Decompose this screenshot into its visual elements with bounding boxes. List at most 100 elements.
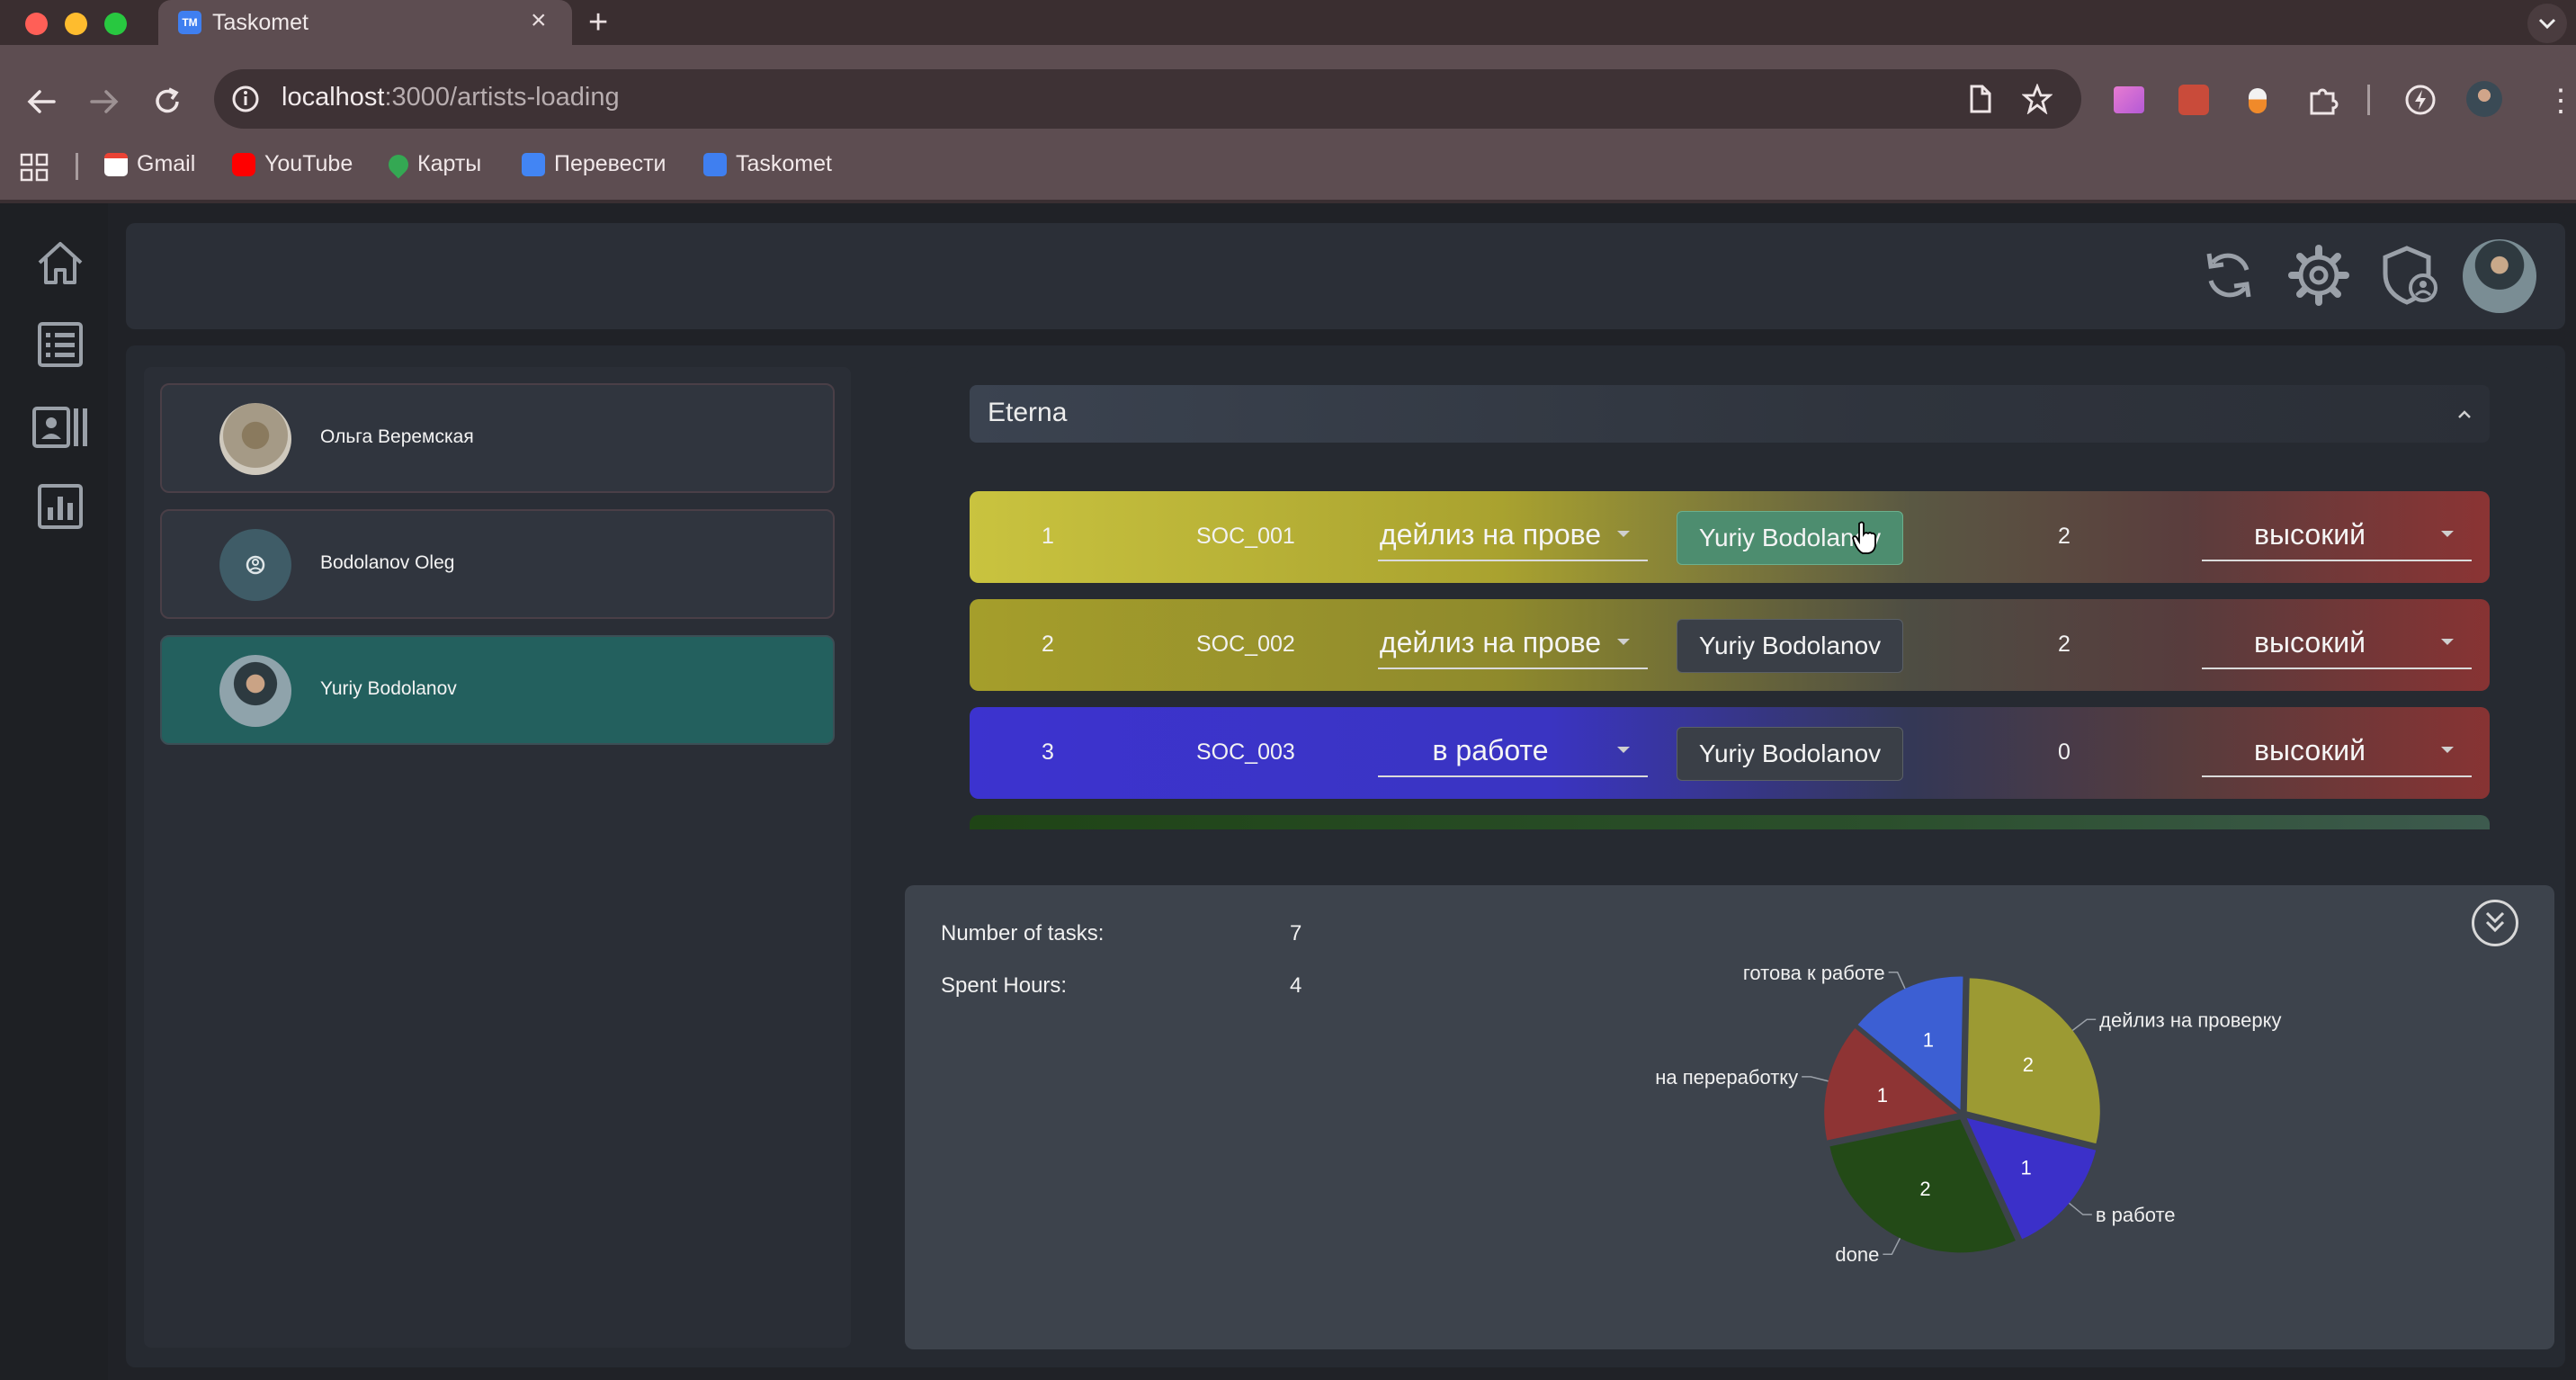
task-code: SOC_001 — [1196, 524, 1295, 549]
spent-hours-label: Spent Hours: — [941, 973, 1068, 998]
artist-card[interactable]: Ольга Веремская — [160, 383, 835, 493]
pie-leader-line — [1883, 1238, 1901, 1255]
chart-icon[interactable] — [34, 480, 86, 533]
extension-gradient-icon[interactable] — [2114, 86, 2144, 113]
back-arrow-icon[interactable] — [23, 84, 59, 120]
project-title: Eterna — [988, 398, 1068, 427]
bookmark-maps[interactable]: Карты — [384, 149, 481, 179]
bookmark-gmail[interactable]: Gmail — [104, 151, 195, 177]
gear-icon[interactable] — [2286, 243, 2351, 308]
priority-value: высокий — [2254, 518, 2366, 551]
browser-tab[interactable]: TM Taskomet × — [158, 0, 572, 45]
minimize-window-button[interactable] — [65, 13, 87, 35]
bookmark-label: Перевести — [554, 151, 666, 176]
pie-category-label: дейлиз на проверку — [2099, 1008, 2281, 1031]
youtube-icon — [232, 152, 255, 176]
artist-avatar — [219, 529, 291, 601]
collapse-button[interactable] — [2472, 900, 2518, 946]
pie-category-label: на переработку — [1655, 1066, 1798, 1089]
extension-pill-icon[interactable] — [2249, 88, 2267, 113]
home-icon[interactable] — [34, 237, 86, 290]
task-row[interactable]: 2 SOC_002 дейлиз на прове Yuriy Bodolano… — [970, 599, 2490, 691]
pie-value-label: 2 — [2023, 1053, 2034, 1076]
assignee-button[interactable]: Yuriy Bodolanov — [1677, 727, 1903, 781]
priority-select[interactable]: высокий — [2202, 729, 2472, 777]
assignee-button[interactable]: Yuriy Bodolanov — [1677, 619, 1903, 673]
task-row[interactable]: 1 SOC_001 дейлиз на прове Yuriy Bodolano… — [970, 491, 2490, 583]
caret-down-icon — [1617, 531, 1630, 537]
artists-icon[interactable] — [31, 401, 92, 453]
bookmark-label: YouTube — [264, 151, 353, 176]
priority-value: высокий — [2254, 626, 2366, 659]
tab-close-icon[interactable]: × — [531, 5, 547, 36]
pie-value-label: 2 — [1919, 1178, 1930, 1200]
artist-name: Yuriy Bodolanov — [320, 678, 457, 699]
pie-category-label: готова к работе — [1743, 962, 1885, 984]
pie-value-label: 1 — [1923, 1028, 1934, 1051]
admin-shield-icon[interactable] — [2376, 243, 2441, 308]
artist-name: Ольга Веремская — [320, 426, 474, 447]
new-tab-button[interactable]: + — [588, 4, 608, 42]
apps-grid-icon[interactable] — [20, 153, 49, 182]
bookmark-youtube[interactable]: YouTube — [232, 151, 353, 177]
page-icon[interactable] — [1964, 84, 1995, 114]
bookmark-translate[interactable]: Перевести — [522, 151, 666, 177]
task-number: 1 — [1042, 524, 1054, 549]
caret-down-icon — [2441, 747, 2454, 753]
tasks-count-label: Number of tasks: — [941, 921, 1105, 945]
caret-down-icon — [1617, 747, 1630, 753]
extensions-puzzle-icon[interactable] — [2306, 83, 2340, 117]
priority-select[interactable]: высокий — [2202, 513, 2472, 561]
reload-icon[interactable] — [149, 84, 185, 120]
bookmark-taskomet[interactable]: Taskomet — [703, 151, 832, 177]
status-pie-chart: 2 дейлиз на проверку 1 в работе 2 done 1 на пер… — [1655, 962, 2281, 1266]
pie-value-label: 1 — [1877, 1084, 1888, 1107]
status-value: дейлиз на прове — [1379, 626, 1602, 659]
priority-select[interactable]: высокий — [2202, 621, 2472, 669]
pie-category-label: done — [1835, 1243, 1879, 1266]
hand-cursor-icon — [1852, 521, 1876, 554]
task-row[interactable]: 3 SOC_003 в работе Yuriy Bodolanov 0 выс… — [970, 707, 2490, 799]
user-avatar[interactable] — [2463, 239, 2536, 313]
taskomet-icon — [703, 152, 727, 176]
artist-avatar — [219, 403, 291, 475]
status-select[interactable]: в работе — [1378, 729, 1648, 777]
bookmark-star-icon[interactable] — [2022, 84, 2053, 114]
task-hours: 0 — [2058, 739, 2071, 765]
pie-leader-line — [2071, 1018, 2097, 1032]
extension-red-icon[interactable] — [2178, 85, 2209, 115]
artist-card-selected[interactable]: Yuriy Bodolanov — [160, 635, 835, 745]
url-text: localhost:3000/artists-loading — [282, 83, 620, 112]
list-icon[interactable] — [34, 318, 86, 371]
task-row-partial — [970, 815, 2490, 829]
user-circle-icon — [246, 555, 265, 575]
bookmark-label: Taskomet — [736, 151, 832, 176]
tab-title: Taskomet — [212, 10, 309, 35]
forward-arrow-icon[interactable] — [86, 84, 122, 120]
artist-avatar — [219, 655, 291, 727]
pie-leader-line — [1888, 972, 1906, 990]
caret-down-icon — [1617, 639, 1630, 645]
tab-search-button[interactable] — [2527, 4, 2567, 43]
task-code: SOC_002 — [1196, 632, 1295, 657]
toolbar-divider — [2367, 85, 2370, 115]
task-hours: 2 — [2058, 524, 2071, 549]
refresh-icon[interactable] — [2196, 243, 2261, 308]
maximize-window-button[interactable] — [104, 13, 127, 35]
bookmarks-divider — [76, 153, 78, 180]
status-select[interactable]: дейлиз на прове — [1378, 513, 1648, 561]
close-window-button[interactable] — [25, 13, 48, 35]
translate-icon — [522, 152, 545, 176]
task-number: 2 — [1042, 632, 1054, 657]
artist-name: Bodolanov Oleg — [320, 552, 455, 573]
profile-avatar[interactable] — [2466, 81, 2502, 117]
status-select[interactable]: дейлиз на прове — [1378, 621, 1648, 669]
site-info-icon[interactable] — [230, 84, 261, 114]
performance-icon[interactable] — [2403, 83, 2437, 117]
kebab-menu-icon[interactable]: ⋮ — [2545, 83, 2576, 119]
project-accordion-header[interactable]: Eterna — [970, 385, 2490, 443]
artist-card[interactable]: Bodolanov Oleg — [160, 509, 835, 619]
browser-tabstrip: TM Taskomet × + — [0, 0, 2576, 45]
caret-down-icon — [2441, 531, 2454, 537]
chrome-divider — [0, 200, 2576, 203]
